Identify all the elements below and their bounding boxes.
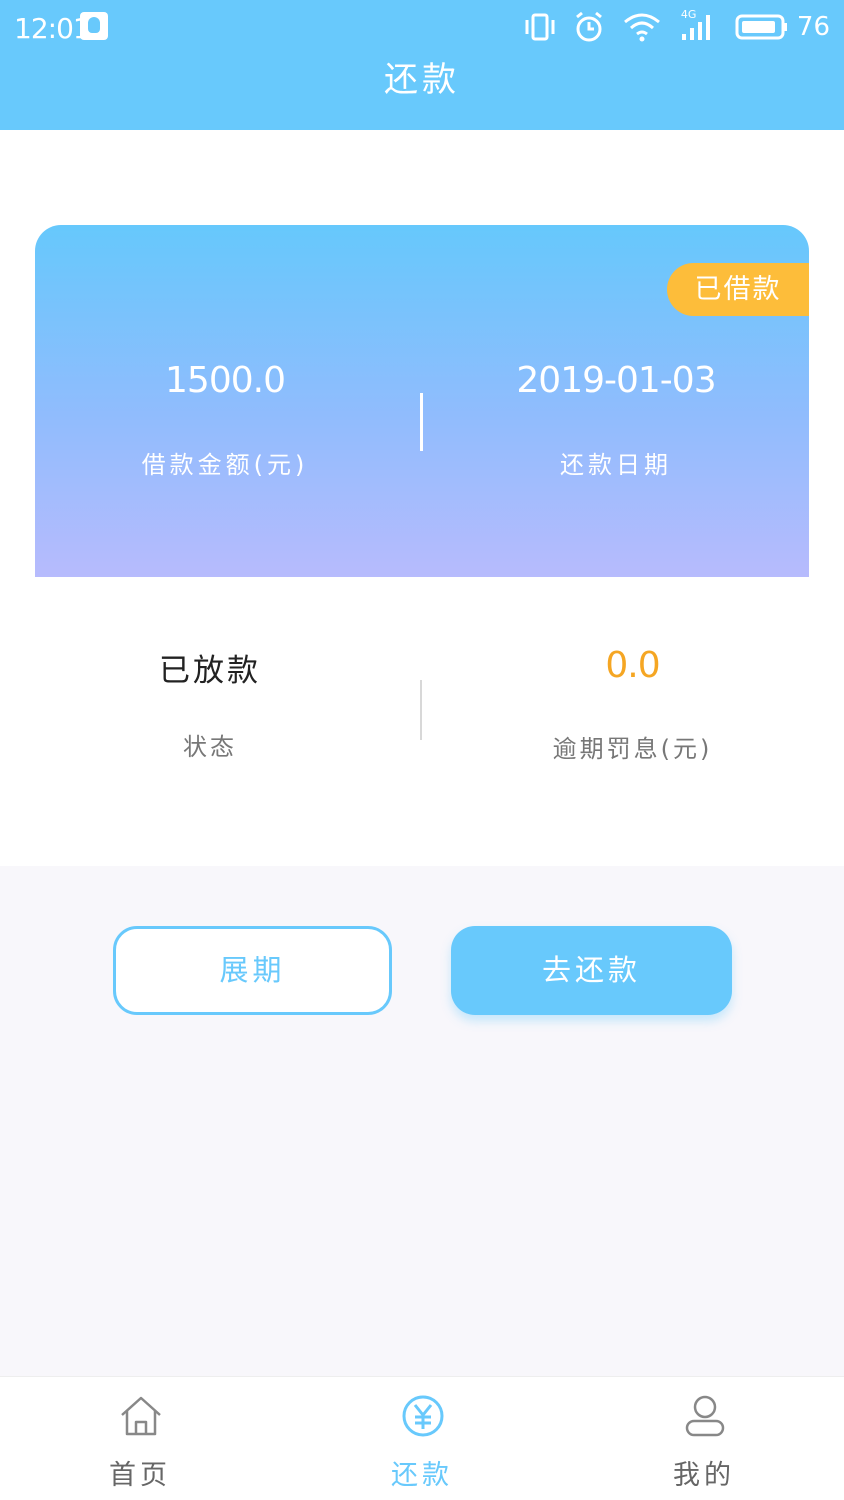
loan-amount-value: 1500.0 bbox=[165, 360, 286, 401]
extend-button[interactable]: 展期 bbox=[113, 926, 392, 1015]
loan-amount-block: 1500.0 借款金额(元) bbox=[40, 360, 410, 480]
repay-date-block: 2019-01-03 还款日期 bbox=[428, 360, 804, 480]
info-divider bbox=[420, 680, 422, 740]
tab-home[interactable]: 首页 bbox=[40, 1377, 240, 1500]
repay-date-value: 2019-01-03 bbox=[516, 360, 716, 401]
alarm-icon bbox=[575, 11, 602, 42]
loan-summary-section: 已借款 1500.0 借款金额(元) 2019-01-03 还款日期 已放款 状… bbox=[0, 130, 844, 866]
loan-amount-label: 借款金额(元) bbox=[141, 451, 309, 479]
tab-repay[interactable]: 还款 bbox=[322, 1377, 522, 1500]
app-header: 12:01 4G 76 还款 bbox=[0, 0, 844, 130]
loan-status-badge: 已借款 bbox=[667, 263, 809, 316]
tab-home-label: 首页 bbox=[109, 1460, 171, 1491]
repay-button[interactable]: 去还款 bbox=[451, 926, 732, 1015]
vibrate-icon bbox=[525, 13, 555, 41]
tab-mine-label: 我的 bbox=[673, 1460, 735, 1491]
status-label: 状态 bbox=[183, 733, 237, 761]
user-icon bbox=[685, 1395, 725, 1437]
status-bar: 12:01 4G 76 bbox=[0, 0, 844, 56]
home-icon bbox=[121, 1396, 161, 1436]
battery-icon bbox=[735, 14, 787, 40]
status-icons: 4G 76 bbox=[507, 8, 830, 44]
battery-level: 76 bbox=[796, 12, 830, 42]
tab-mine[interactable]: 我的 bbox=[604, 1377, 804, 1500]
qq-icon bbox=[80, 12, 108, 40]
bottom-tab-bar: 首页 还款 我的 bbox=[0, 1376, 844, 1500]
yuan-circle-icon bbox=[402, 1395, 444, 1437]
wifi-icon bbox=[623, 13, 660, 42]
penalty-value: 0.0 bbox=[605, 645, 660, 686]
signal-icon: 4G bbox=[679, 8, 717, 42]
status-time: 12:01 bbox=[14, 12, 91, 45]
status-value: 已放款 bbox=[159, 653, 261, 689]
card-divider bbox=[420, 393, 423, 451]
tab-repay-label: 还款 bbox=[391, 1460, 453, 1491]
penalty-label: 逾期罚息(元) bbox=[552, 735, 713, 763]
penalty-block: 0.0 逾期罚息(元) bbox=[480, 645, 785, 764]
repay-date-label: 还款日期 bbox=[560, 451, 672, 479]
loan-card: 已借款 1500.0 借款金额(元) 2019-01-03 还款日期 bbox=[35, 225, 809, 577]
page-title: 还款 bbox=[384, 60, 460, 100]
status-block: 已放款 状态 bbox=[95, 645, 325, 762]
